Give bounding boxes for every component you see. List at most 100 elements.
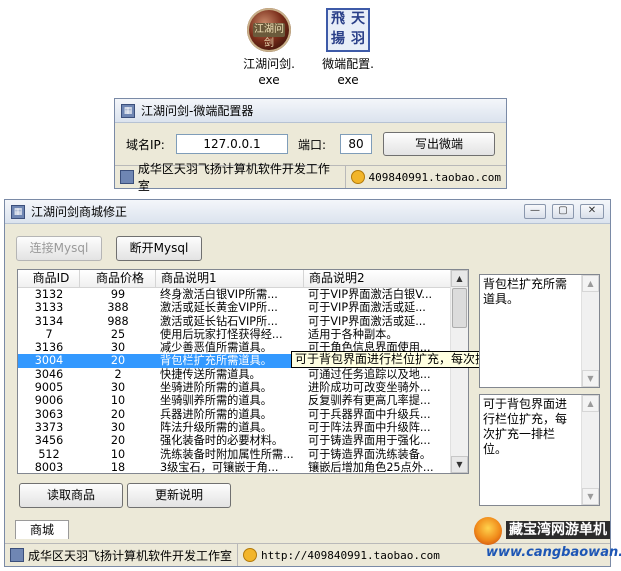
- column-header-price[interactable]: 商品价格: [80, 270, 156, 287]
- cell-desc2: 可于VIP界面激活白银V...: [308, 288, 433, 301]
- disconnect-mysql-button[interactable]: 断开Mysql: [116, 236, 202, 261]
- cell-id: 3134: [34, 314, 64, 328]
- cell-desc2: 镶嵌后增加角色25点外...: [308, 460, 434, 474]
- cell-id: 3046: [34, 367, 64, 381]
- table-row[interactable]: 9006 10 坐骑驯养所需的道具。 反复驯养有更高几率提...: [18, 394, 468, 407]
- cell-price: 10: [110, 447, 126, 461]
- person-icon: [120, 170, 134, 184]
- taobao-icon: [350, 170, 365, 184]
- table-row[interactable]: 9005 30 坐骑进阶所需的道具。 进阶成功可改变坐骑外...: [18, 381, 468, 394]
- cell-desc1: 激活或延长黄金VIP所...: [160, 301, 278, 315]
- watermark-url: www.cangbaowan.net: [486, 545, 621, 560]
- cell-desc1: 使用后玩家打怪获得经...: [160, 327, 283, 341]
- table-row[interactable]: 7 25 使用后玩家打怪获得经... 适用于各种副本。: [18, 328, 468, 341]
- cell-desc1: 洗练装备时附加属性所需...: [160, 447, 294, 461]
- table-row[interactable]: 8003 18 3级宝石，可镶嵌于角... 镶嵌后增加角色25点外...: [18, 460, 468, 474]
- cell-price: 25: [110, 327, 126, 341]
- table-row[interactable]: 3133 388 激活或延长黄金VIP所... 可于VIP界面激活或延...: [18, 301, 468, 314]
- cell-price: 988: [107, 314, 129, 328]
- status-shop[interactable]: http://409840991.taobao.com: [261, 549, 440, 562]
- cell-price: 99: [110, 288, 126, 301]
- desktop-icon-label-line2: exe: [337, 73, 359, 87]
- desktop-icon-label-line1: 江湖问剑.: [243, 57, 295, 71]
- cell-id: 3004: [34, 354, 64, 368]
- cell-price: 30: [110, 381, 126, 395]
- status-studio: 成华区天羽飞扬计算机软件开发工作室: [28, 548, 233, 563]
- cell-desc2: 进阶成功可改变坐骑外...: [308, 381, 431, 395]
- status-shop[interactable]: 409840991.taobao.com: [369, 171, 501, 184]
- app-icon: ▦: [11, 204, 25, 219]
- cell-price: 10: [110, 394, 126, 408]
- cell-price: 20: [110, 407, 126, 421]
- config-statusbar: 成华区天羽飞扬计算机软件开发工作室 409840991.taobao.com: [115, 162, 506, 193]
- table-row[interactable]: 3063 20 兵器进阶所需的道具。 可于兵器界面中升级兵...: [18, 408, 468, 421]
- textarea-scrollbar[interactable]: ▲ ▼: [581, 275, 599, 387]
- scroll-up-icon[interactable]: ▲: [582, 395, 599, 412]
- game-icon: 江湖问剑: [247, 8, 291, 52]
- desktop-icon-jianghu[interactable]: 江湖问剑 江湖问剑. exe: [237, 8, 301, 88]
- glyph: 天: [351, 11, 365, 27]
- cell-desc1: 快捷传送所需道具。: [160, 367, 261, 381]
- status-studio-pane: 成华区天羽飞扬计算机软件开发工作室: [5, 544, 239, 566]
- table-row[interactable]: 3456 20 强化装备时的必要材料。 可于铸造界面用于强化...: [18, 434, 468, 447]
- person-icon: [10, 548, 24, 562]
- column-header-desc1[interactable]: 商品说明1: [156, 270, 304, 287]
- status-shop-pane: 409840991.taobao.com: [346, 166, 506, 188]
- connect-mysql-button[interactable]: 连接Mysql: [16, 236, 102, 261]
- scroll-down-icon[interactable]: ▼: [582, 370, 599, 387]
- cell-desc1: 背包栏扩充所需道具。: [160, 354, 272, 368]
- shop-window: ▦ 江湖问剑商城修正 — ▢ ✕ 连接Mysql 断开Mysql 商品ID 商品…: [4, 199, 611, 567]
- cell-desc1: 强化装备时的必要材料。: [160, 434, 284, 448]
- table-row[interactable]: 3373 30 阵法升级所需的道具。 可于阵法界面中升级阵...: [18, 421, 468, 434]
- column-header-id[interactable]: 商品ID: [18, 270, 80, 287]
- scroll-down-icon[interactable]: ▼: [451, 456, 468, 473]
- close-button[interactable]: ✕: [580, 204, 604, 219]
- desktop-icon-config[interactable]: 飛 天 揚 羽 微端配置. exe: [316, 8, 380, 88]
- tab-shop[interactable]: 商城: [15, 520, 69, 539]
- table-row[interactable]: 3134 988 激活或延长钻石VIP所... 可于VIP界面激活或延...: [18, 315, 468, 328]
- config-titlebar: ▦ 江湖问剑-微端配置器: [115, 99, 506, 123]
- cell-id: 512: [38, 447, 60, 461]
- cell-desc2: 可于VIP界面激活或延...: [308, 314, 426, 328]
- shop-titlebar: ▦ 江湖问剑商城修正: [5, 200, 610, 224]
- taobao-icon: [243, 548, 258, 562]
- watermark-logo-icon: [474, 517, 502, 545]
- table-scrollbar[interactable]: ▲ ▼: [450, 270, 468, 473]
- desc2-textarea[interactable]: 可于背包界面进行栏位扩充，每次扩充一排栏位。 ▲ ▼: [479, 394, 600, 506]
- desc1-textarea[interactable]: 背包栏扩充所需道具。 ▲ ▼: [479, 274, 600, 388]
- update-desc-button[interactable]: 更新说明: [127, 483, 231, 508]
- scroll-thumb[interactable]: [452, 288, 467, 328]
- cell-id: 3373: [34, 420, 64, 434]
- config-window-title: 江湖问剑-微端配置器: [141, 104, 254, 118]
- cell-desc1: 坐骑驯养所需的道具。: [160, 394, 272, 408]
- cell-id: 7: [45, 327, 53, 341]
- port-input[interactable]: 80: [340, 134, 372, 154]
- maximize-button[interactable]: ▢: [552, 204, 574, 219]
- cell-id: 3132: [34, 288, 64, 301]
- scroll-up-icon[interactable]: ▲: [451, 270, 468, 287]
- textarea-scrollbar[interactable]: ▲ ▼: [581, 395, 599, 505]
- cell-desc2: 可于阵法界面中升级阵...: [308, 420, 431, 434]
- glyph: 飛: [331, 11, 345, 27]
- scroll-down-icon[interactable]: ▼: [582, 488, 599, 505]
- domain-input[interactable]: 127.0.0.1: [176, 134, 288, 154]
- read-goods-button[interactable]: 读取商品: [19, 483, 123, 508]
- cell-price: 388: [107, 301, 129, 315]
- table-row[interactable]: 512 10 洗练装备时附加属性所需... 可于铸造界面洗练装备。: [18, 448, 468, 461]
- cell-price: 30: [110, 420, 126, 434]
- minimize-button[interactable]: —: [524, 204, 546, 219]
- status-shop-pane: http://409840991.taobao.com: [238, 544, 445, 566]
- table-row[interactable]: 3046 2 快捷传送所需道具。 可通过任务追踪以及地...: [18, 368, 468, 381]
- goods-table[interactable]: 商品ID 商品价格 商品说明1 商品说明2 3132 99 终身激活白银VIP所需.…: [17, 269, 469, 474]
- cell-id: 3136: [34, 341, 64, 355]
- column-header-desc2[interactable]: 商品说明2: [304, 270, 464, 287]
- table-row[interactable]: 3132 99 终身激活白银VIP所需... 可于VIP界面激活白银V...: [18, 288, 468, 301]
- watermark: 藏宝湾网游单机 www.cangbaowan.net: [470, 515, 621, 567]
- scroll-up-icon[interactable]: ▲: [582, 275, 599, 292]
- status-studio: 成华区天羽飞扬计算机软件开发工作室: [137, 162, 330, 193]
- cell-desc1: 3级宝石，可镶嵌于角...: [160, 460, 279, 474]
- table-header: 商品ID 商品价格 商品说明1 商品说明2: [18, 270, 468, 288]
- export-button[interactable]: 写出微端: [383, 132, 495, 156]
- game-icon-badge: 江湖问剑: [253, 23, 285, 49]
- glyph: 揚: [331, 31, 345, 47]
